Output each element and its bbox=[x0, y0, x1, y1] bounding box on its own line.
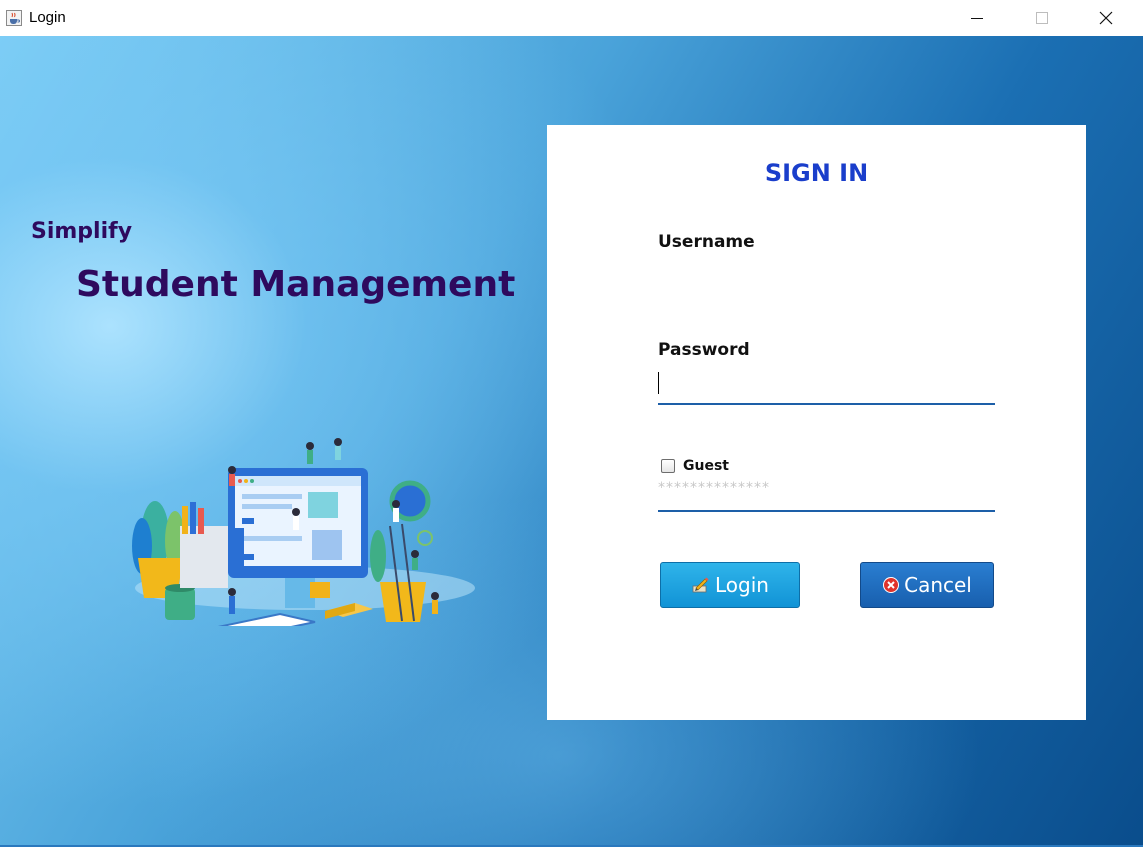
java-cup-icon bbox=[6, 10, 22, 26]
cancel-button[interactable]: Cancel bbox=[860, 562, 994, 608]
guest-label: Guest bbox=[683, 458, 729, 474]
close-button[interactable] bbox=[1083, 0, 1129, 36]
tagline-large: Student Management bbox=[76, 264, 516, 305]
tagline-small: Simplify bbox=[31, 219, 133, 244]
username-field[interactable] bbox=[658, 369, 995, 405]
maximize-button[interactable] bbox=[1019, 0, 1065, 36]
text-cursor bbox=[658, 372, 659, 394]
password-label: Password bbox=[658, 340, 750, 360]
minimize-icon bbox=[971, 18, 983, 19]
signin-panel: SIGN IN Username Password **************… bbox=[547, 125, 1086, 720]
login-button[interactable]: Login bbox=[660, 562, 800, 608]
close-icon bbox=[1099, 11, 1113, 25]
window-title: Login bbox=[29, 9, 66, 26]
cancel-x-icon bbox=[883, 577, 900, 593]
window-titlebar: Login bbox=[0, 0, 1143, 36]
cancel-button-label: Cancel bbox=[904, 573, 972, 597]
login-button-label: Login bbox=[715, 573, 769, 597]
signin-heading: SIGN IN bbox=[764, 159, 869, 187]
maximize-icon bbox=[1036, 12, 1048, 24]
pencil-icon bbox=[692, 577, 709, 593]
password-mask: ************** bbox=[658, 480, 770, 496]
student-management-illustration bbox=[132, 438, 475, 626]
minimize-button[interactable] bbox=[954, 0, 1000, 36]
login-background: Simplify Student Management SIGN IN User… bbox=[0, 36, 1143, 845]
username-label: Username bbox=[658, 232, 755, 252]
guest-checkbox[interactable] bbox=[661, 459, 675, 473]
